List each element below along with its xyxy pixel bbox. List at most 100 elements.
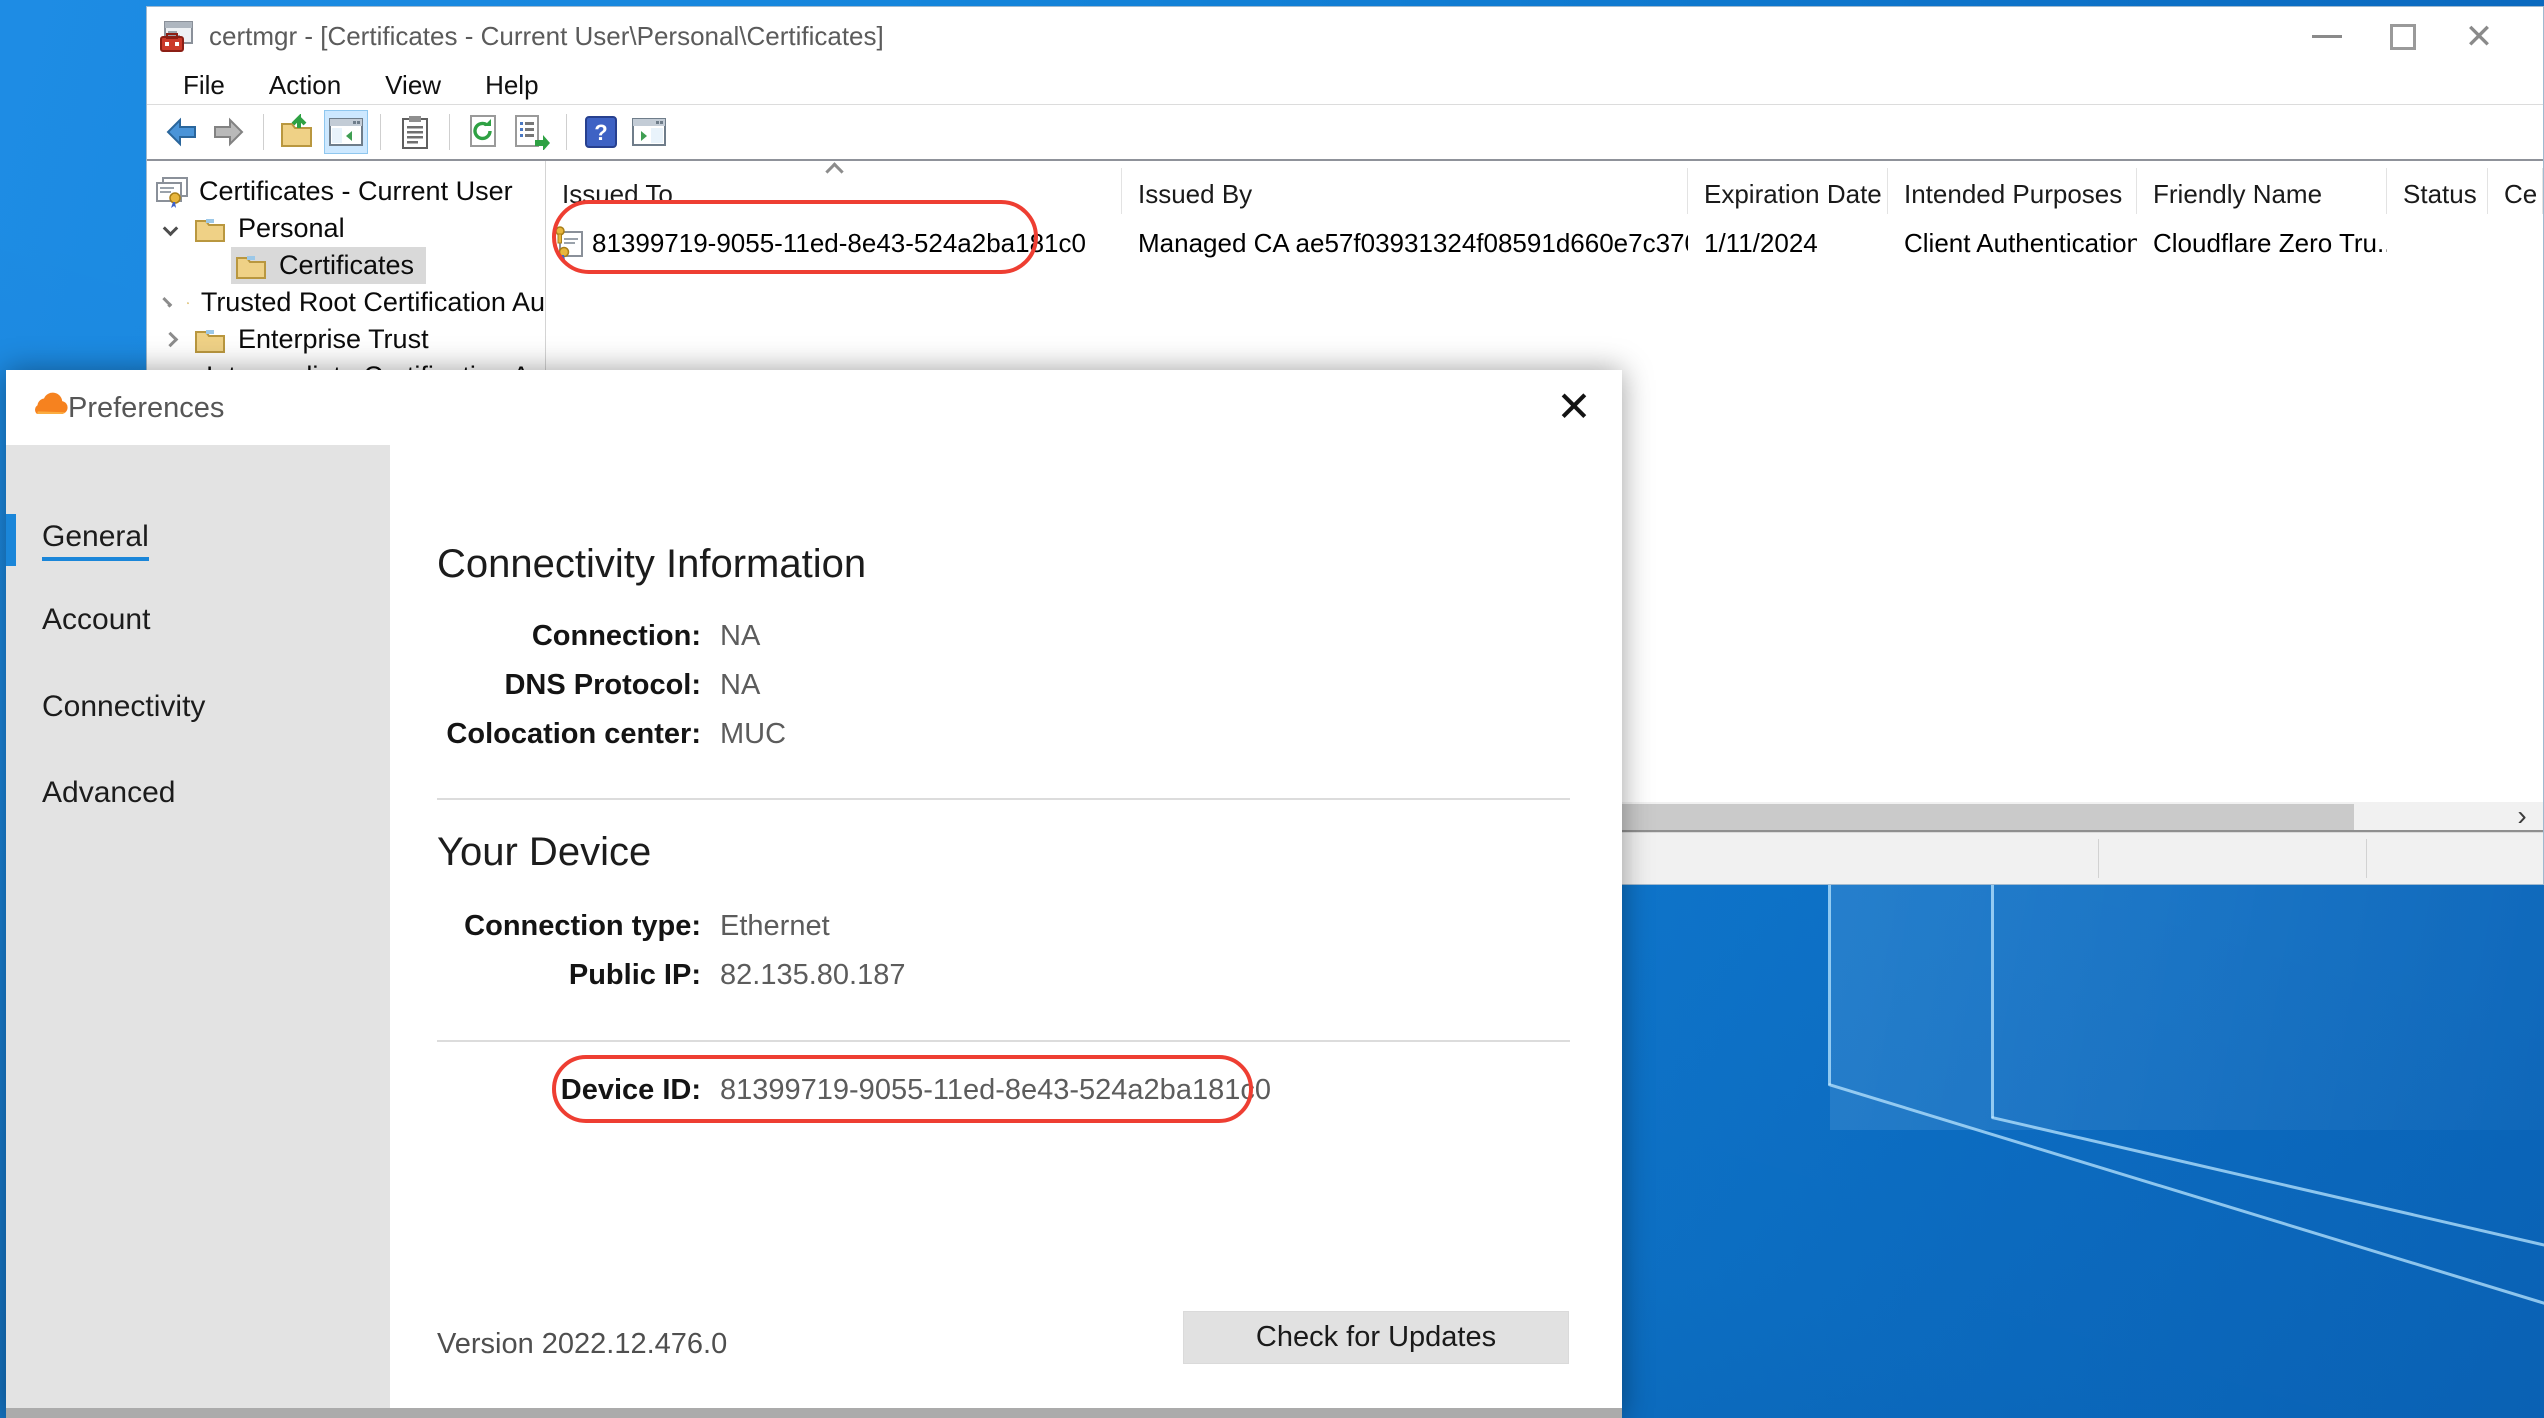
column-header-expiration-date[interactable]: Expiration Date (1688, 168, 1888, 214)
menu-help[interactable]: Help (463, 70, 560, 101)
export-list-icon (513, 114, 551, 150)
info-row-connection-type: Connection type: Ethernet (390, 902, 1562, 951)
column-header-issued-by[interactable]: Issued By (1122, 168, 1688, 214)
dialog-title: Preferences (68, 392, 224, 425)
status-bar-separator (2366, 839, 2367, 878)
menu-file[interactable]: File (161, 70, 247, 101)
folder-icon (235, 252, 267, 280)
info-row-connection: Connection: NA (390, 612, 1562, 661)
properties-button[interactable] (393, 110, 437, 154)
folder-icon (194, 326, 226, 354)
row-value: Ethernet (720, 910, 830, 943)
chevron-right-icon[interactable] (163, 332, 179, 348)
preferences-dialog: Preferences ✕ General Account Connectivi… (6, 370, 1622, 1418)
cell-certificate (2488, 221, 2543, 265)
row-label: DNS Protocol: (390, 669, 701, 702)
section-heading-your-device: Your Device (437, 830, 651, 875)
column-header-friendly-name[interactable]: Friendly Name (2137, 168, 2387, 214)
chevron-down-icon[interactable] (163, 221, 179, 237)
toolbar-separator (449, 114, 450, 150)
sidebar-item-connectivity[interactable]: Connectivity (6, 679, 390, 735)
dialog-close-button[interactable]: ✕ (1548, 380, 1600, 432)
sidebar-item-account[interactable]: Account (6, 592, 390, 648)
tree-item-certificates-current-user[interactable]: Certificates - Current User (147, 173, 545, 210)
chevron-right-icon[interactable] (162, 297, 172, 307)
show-hide-console-tree-button[interactable] (324, 110, 368, 154)
row-label: Colocation center: (390, 718, 701, 751)
cell-friendly-name: Cloudflare Zero Tru... (2137, 221, 2387, 265)
cell-intended-purposes: Client Authentication (1888, 221, 2137, 265)
window-controls: ✕ (2289, 7, 2517, 66)
certmgr-titlebar[interactable]: certmgr - [Certificates - Current User\P… (147, 7, 2543, 66)
show-hide-action-pane-button[interactable] (627, 110, 671, 154)
wallpaper-light-facet (1830, 880, 2544, 1130)
minimize-button[interactable] (2289, 7, 2365, 66)
tree-item-label: Enterprise Trust (238, 324, 429, 355)
sidebar-item-label: General (42, 520, 149, 561)
tree-item-trusted-root[interactable]: Trusted Root Certification Au (147, 284, 545, 321)
menubar: File Action View Help (147, 66, 2543, 105)
tree-item-personal[interactable]: Personal (147, 210, 545, 247)
tree-selection-highlight: Certificates (231, 247, 426, 284)
row-value: NA (720, 669, 760, 702)
section-divider (437, 798, 1570, 800)
row-label: Connection: (390, 620, 701, 653)
tree-item-certificates-selected[interactable]: Certificates (147, 247, 545, 284)
console-tree-icon (328, 116, 364, 148)
check-for-updates-button[interactable]: Check for Updates (1183, 1311, 1569, 1364)
section-divider (437, 1040, 1570, 1042)
up-one-level-button[interactable] (276, 110, 320, 154)
close-icon: ✕ (2465, 20, 2494, 54)
refresh-button[interactable] (462, 110, 506, 154)
close-button[interactable]: ✕ (2441, 7, 2517, 66)
sidebar-item-general[interactable]: General (6, 512, 390, 568)
row-value: MUC (720, 718, 786, 751)
help-icon: ? (584, 115, 618, 149)
cloudflare-logo-icon (30, 392, 70, 420)
menu-action[interactable]: Action (247, 70, 363, 101)
row-label: Connection type: (390, 910, 701, 943)
refresh-icon (467, 114, 501, 150)
maximize-icon (2390, 24, 2416, 50)
minimize-icon (2312, 35, 2342, 38)
sidebar-item-label: Connectivity (42, 690, 205, 724)
tree-item-label: Certificates - Current User (199, 176, 513, 207)
cell-issued-by: Managed CA ae57f03931324f08591d660e7c370… (1122, 221, 1688, 265)
column-header-intended-purposes[interactable]: Intended Purposes (1888, 168, 2137, 214)
cell-expiration-date: 1/11/2024 (1688, 221, 1888, 265)
help-button[interactable]: ? (579, 110, 623, 154)
sidebar-item-advanced[interactable]: Advanced (6, 765, 390, 821)
wallpaper-beam-line (1991, 880, 1994, 1118)
column-header-certificate[interactable]: Ce (2488, 168, 2543, 214)
sidebar-item-label: Advanced (42, 776, 175, 810)
preferences-titlebar[interactable]: Preferences ✕ (6, 370, 1622, 445)
tree-item-label: Certificates (279, 250, 414, 281)
info-row-public-ip: Public IP: 82.135.80.187 (390, 951, 1562, 1000)
row-value: NA (720, 620, 760, 653)
action-pane-icon (631, 116, 667, 148)
clipboard-icon (400, 114, 430, 150)
svg-text:?: ? (594, 120, 607, 145)
certificate-store-icon (155, 176, 189, 208)
menu-view[interactable]: View (363, 70, 463, 101)
info-row-dns-protocol: DNS Protocol: NA (390, 661, 1562, 710)
maximize-button[interactable] (2365, 7, 2441, 66)
toolbar-separator (380, 114, 381, 150)
scrollbar-right-arrow[interactable]: › (2505, 802, 2539, 830)
forward-button[interactable] (207, 110, 251, 154)
wallpaper-beam-line (1828, 880, 1831, 1085)
toolbar-separator (263, 114, 264, 150)
wallpaper-beam-line (1991, 1116, 2544, 1254)
row-value: 82.135.80.187 (720, 959, 905, 992)
back-button[interactable] (159, 110, 203, 154)
forward-arrow-icon (211, 114, 247, 150)
certmgr-app-icon (159, 19, 195, 55)
tree-item-enterprise-trust[interactable]: Enterprise Trust (147, 321, 545, 358)
column-header-status[interactable]: Status (2387, 168, 2488, 214)
toolbar: ? (147, 105, 2543, 159)
info-row-colocation-center: Colocation center: MUC (390, 710, 1562, 759)
version-label: Version 2022.12.476.0 (437, 1328, 727, 1361)
export-list-button[interactable] (510, 110, 554, 154)
tree-item-label: Trusted Root Certification Au (201, 287, 545, 318)
tree-item-label: Personal (238, 213, 345, 244)
